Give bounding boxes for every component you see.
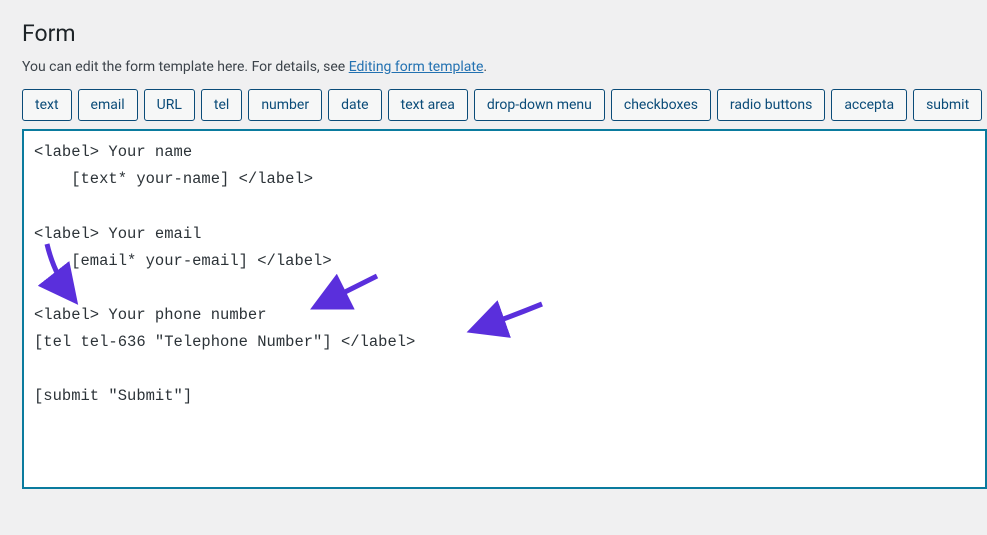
editing-template-link[interactable]: Editing form template <box>349 59 484 75</box>
editor-wrapper: <label> Your name [text* your-name] </la… <box>22 129 987 489</box>
tag-checkboxes-button[interactable]: checkboxes <box>611 89 711 121</box>
form-template-editor[interactable]: <label> Your name [text* your-name] </la… <box>22 129 987 489</box>
tag-radio-button[interactable]: radio buttons <box>717 89 825 121</box>
tag-date-button[interactable]: date <box>328 89 382 121</box>
tag-email-button[interactable]: email <box>78 89 138 121</box>
form-description: You can edit the form template here. For… <box>22 59 987 75</box>
tag-url-button[interactable]: URL <box>144 89 195 121</box>
tag-button-row: text email URL tel number date text area… <box>22 89 987 121</box>
tag-textarea-button[interactable]: text area <box>388 89 468 121</box>
description-suffix: . <box>483 59 487 75</box>
tag-submit-button[interactable]: submit <box>913 89 982 121</box>
description-prefix: You can edit the form template here. For… <box>22 59 349 75</box>
tag-tel-button[interactable]: tel <box>201 89 242 121</box>
form-heading: Form <box>22 20 987 47</box>
tag-dropdown-button[interactable]: drop-down menu <box>474 89 605 121</box>
tag-acceptance-button[interactable]: accepta <box>831 89 907 121</box>
tag-text-button[interactable]: text <box>22 89 72 121</box>
tag-number-button[interactable]: number <box>248 89 322 121</box>
